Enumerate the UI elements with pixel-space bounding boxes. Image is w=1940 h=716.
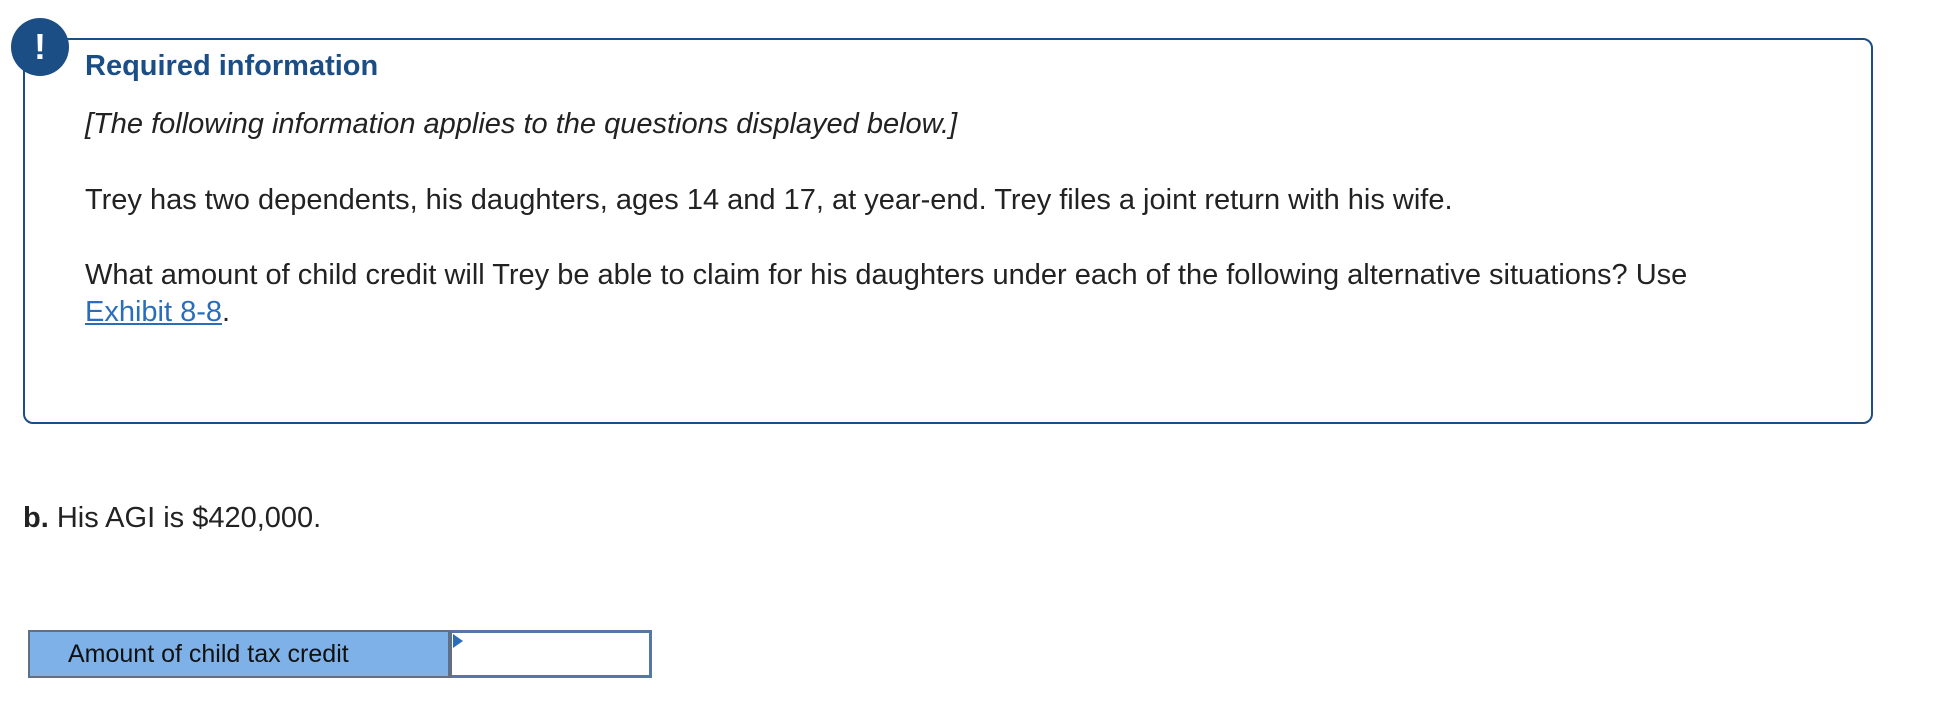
question-label: b. <box>23 502 49 534</box>
question-b: b. His AGI is $420,000. <box>23 502 321 535</box>
scenario-paragraph: Trey has two dependents, his daughters, … <box>85 184 1453 216</box>
exhibit-link[interactable]: Exhibit 8-8 <box>85 296 222 328</box>
answer-label: Amount of child tax credit <box>28 630 450 678</box>
card-note: [The following information applies to th… <box>85 108 958 140</box>
question-text: His AGI is $420,000. <box>48 502 322 534</box>
card-title: Required information <box>85 50 379 82</box>
child-tax-credit-input[interactable] <box>452 633 649 675</box>
answer-input-cell <box>450 630 652 678</box>
required-information-card <box>23 38 1873 424</box>
question-paragraph: What amount of child credit will Trey be… <box>85 257 1725 331</box>
question-paragraph-end: . <box>222 296 231 328</box>
input-marker-icon <box>453 634 463 648</box>
alert-icon: ! <box>11 18 69 76</box>
answer-row: Amount of child tax credit <box>28 630 652 678</box>
alert-symbol: ! <box>34 26 46 67</box>
question-paragraph-text: What amount of child credit will Trey be… <box>85 259 1688 291</box>
